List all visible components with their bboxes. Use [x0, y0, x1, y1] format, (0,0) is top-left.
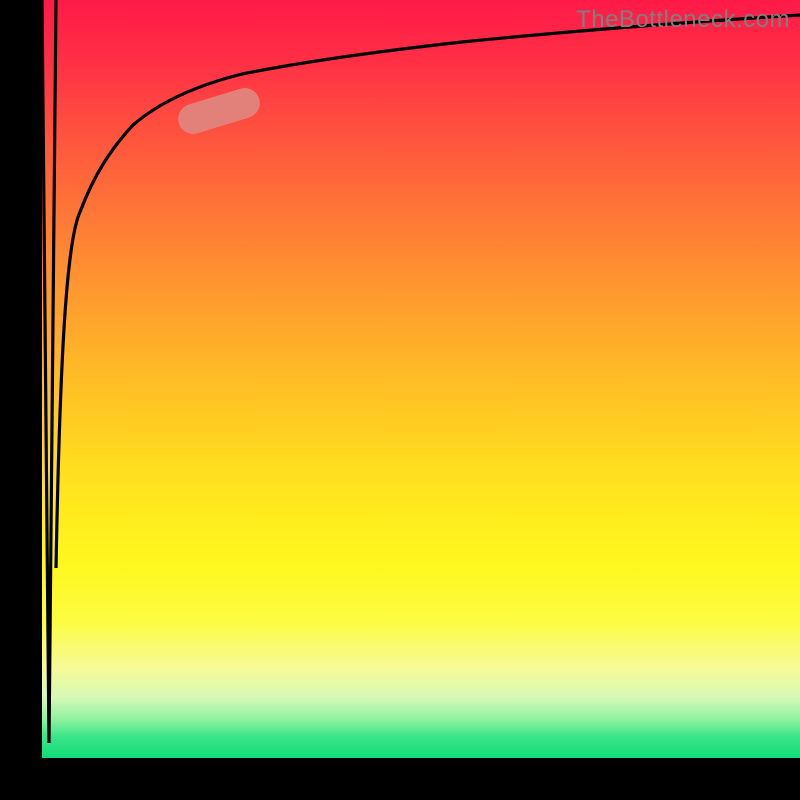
y-axis	[0, 0, 42, 799]
x-axis	[0, 758, 800, 800]
curve-layer	[42, 0, 800, 758]
curve-down-spike	[42, 0, 56, 743]
chart-container: TheBottleneck.com	[0, 0, 800, 800]
plot-area	[42, 0, 800, 758]
watermark-text: TheBottleneck.com	[576, 6, 790, 34]
curve-saturation	[56, 15, 800, 568]
